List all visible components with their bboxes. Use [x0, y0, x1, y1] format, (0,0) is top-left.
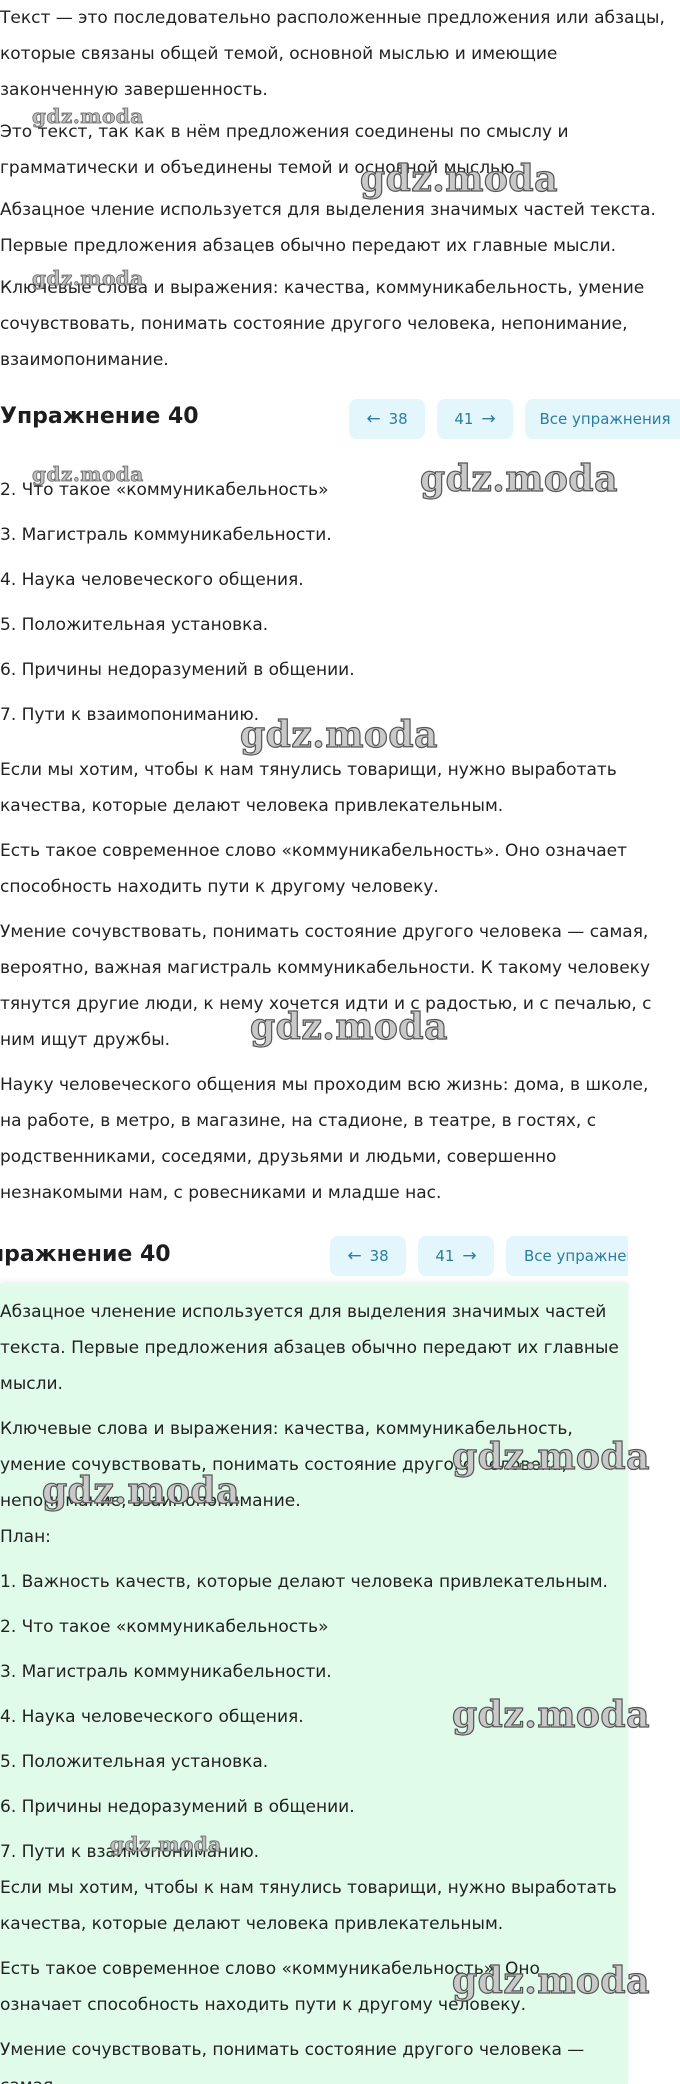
paragraph: Умение сочувствовать, понимать состояние… [0, 2040, 585, 2084]
arrow-right-icon: → [462, 1246, 477, 1266]
list-item: 4. Наука человеческого общения. [0, 570, 304, 590]
next-exercise-label: 41 [454, 410, 474, 428]
list-item: 1. Важность качеств, которые делают чело… [0, 1572, 608, 1592]
list-item: 4. Наука человеческого общения. [0, 1707, 304, 1727]
next-exercise-label: 41 [435, 1247, 455, 1265]
plan-label: План: [0, 1527, 51, 1547]
answer-panel: Абзацное членение используется для выдел… [0, 1284, 628, 2084]
exercise-nav: ← 38 41 → Все упражнения [349, 399, 680, 439]
all-exercises-label: Все упражнения [539, 410, 671, 428]
arrow-right-icon: → [481, 409, 496, 429]
exercise-title: Упражнение 40 [0, 1242, 171, 1267]
paragraph: Ключевые слова и выражения: качества, ко… [0, 1419, 573, 1511]
paragraph: Науку человеческого общения мы проходим … [0, 1075, 649, 1203]
list-item: 6. Причины недоразумений в общении. [0, 1797, 355, 1817]
all-exercises-button[interactable]: Все упражнения [506, 1236, 628, 1276]
paragraph: Умение сочувствовать, понимать состояние… [0, 922, 652, 1050]
exercise-header-sticky: Упражнение 40 ← 38 41 → Все упражнения [0, 1224, 628, 1280]
text-block-top: Текст — это последовательно расположенны… [0, 0, 672, 378]
list-item: 7. Пути к взаимопониманию. [0, 1842, 260, 1862]
paragraph: Есть такое современное слово «коммуникаб… [0, 841, 628, 897]
prev-exercise-label: 38 [388, 410, 408, 428]
prev-exercise-button[interactable]: ← 38 [330, 1236, 406, 1276]
all-exercises-button[interactable]: Все упражнения [525, 399, 680, 439]
prev-exercise-label: 38 [369, 1247, 389, 1265]
list-item: 3. Магистраль коммуникабельности. [0, 1662, 332, 1682]
list-item: 2. Что такое «коммуникабельность» [0, 1617, 329, 1637]
all-exercises-label: Все упражнения [524, 1247, 628, 1265]
arrow-left-icon: ← [366, 409, 381, 429]
paragraph: Если мы хотим, чтобы к нам тянулись това… [0, 760, 617, 816]
list-item: 3. Магистраль коммуникабельности. [0, 525, 332, 545]
prev-exercise-button[interactable]: ← 38 [349, 399, 425, 439]
next-exercise-button[interactable]: 41 → [437, 399, 513, 439]
plan-list: 2. Что такое «коммуникабельность» 3. Маг… [0, 472, 672, 733]
paragraph: Текст — это последовательно расположенны… [0, 8, 665, 100]
list-item: 7. Пути к взаимопониманию. [0, 705, 260, 725]
text-block-exercise: Если мы хотим, чтобы к нам тянулись това… [0, 752, 672, 1211]
paragraph: Абзацное члениe используется для выделен… [0, 200, 656, 256]
exercise-nav: ← 38 41 → Все упражнения [330, 1236, 628, 1276]
paragraph: Это текст, так как в нём предложения сое… [0, 122, 569, 178]
paragraph: Если мы хотим, чтобы к нам тянулись това… [0, 1878, 617, 1934]
paragraph: Ключевые слова и выражения: качества, ко… [0, 278, 645, 370]
list-item: 2. Что такое «коммуникабельность» [0, 480, 329, 500]
list-item: 5. Положительная установка. [0, 1752, 269, 1772]
arrow-left-icon: ← [347, 1246, 362, 1266]
list-item: 6. Причины недоразумений в общении. [0, 660, 355, 680]
exercise-title: Упражнение 40 [0, 404, 199, 429]
next-exercise-button[interactable]: 41 → [418, 1236, 494, 1276]
paragraph: Абзацное членение используется для выдел… [0, 1302, 619, 1394]
paragraph: Есть такое современное слово «коммуникаб… [0, 1959, 540, 2015]
list-item: 5. Положительная установка. [0, 615, 269, 635]
